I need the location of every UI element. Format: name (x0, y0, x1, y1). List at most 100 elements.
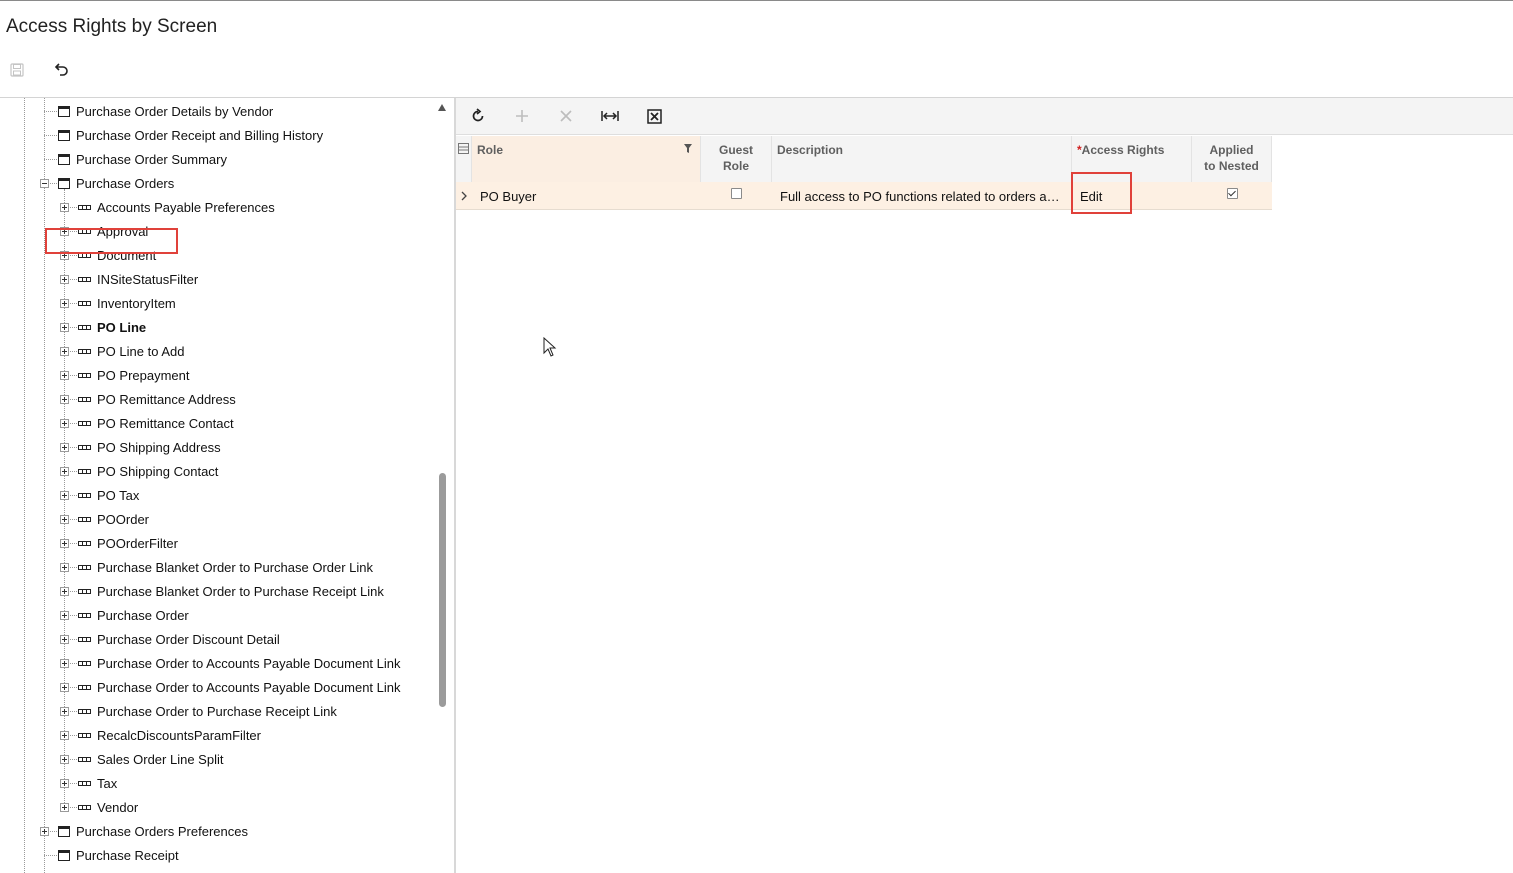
screen-icon (58, 849, 70, 861)
tree-node-view[interactable]: PO Prepayment (78, 363, 190, 387)
refresh-button[interactable] (467, 106, 489, 126)
export-excel-button[interactable] (643, 106, 665, 126)
panel-splitter[interactable] (454, 98, 456, 873)
tree-node-label: Sales Order Line Split (97, 751, 224, 767)
delete-row-button[interactable] (555, 106, 577, 126)
expand-node-icon[interactable] (60, 515, 69, 524)
expand-node-icon[interactable] (60, 683, 69, 692)
guest-role-header-line1: Guest (718, 143, 753, 157)
tree-node-label: Tax (97, 775, 118, 791)
column-header-role[interactable]: Role (472, 136, 701, 182)
expand-node-icon[interactable] (60, 707, 69, 716)
guest-role-cell[interactable] (701, 182, 772, 210)
tree-node-view[interactable]: Vendor (78, 795, 138, 819)
tree-node-label: Purchase Order to Purchase Receipt Link (97, 703, 337, 719)
column-header-description[interactable]: Description (772, 136, 1072, 182)
tree-node-selected[interactable]: PO Line (78, 315, 146, 339)
collapse-node-icon[interactable] (40, 179, 49, 188)
screen-tree[interactable]: Purchase Order Details by Inventory Item… (0, 98, 452, 873)
expand-node-icon[interactable] (60, 347, 69, 356)
expand-node-icon[interactable] (60, 731, 69, 740)
fit-columns-button[interactable] (599, 106, 621, 126)
add-icon (516, 110, 528, 122)
tree-node-view[interactable]: Purchase Order to Purchase Receipt Link (78, 699, 337, 723)
expand-node-icon[interactable] (60, 611, 69, 620)
tree-node-screen[interactable]: Purchase Receipt (58, 843, 179, 867)
tree-node-view[interactable]: InventoryItem (78, 291, 176, 315)
expand-node-icon[interactable] (60, 491, 69, 500)
expand-node-icon[interactable] (60, 467, 69, 476)
tree-node-view[interactable]: PO Remittance Contact (78, 411, 234, 435)
tree-node-view[interactable]: POOrder (78, 507, 149, 531)
column-header-applied-to-nested[interactable]: Applied to Nested (1192, 136, 1272, 182)
tree-node-label: Purchase Order Summary (76, 151, 227, 167)
expand-node-icon[interactable] (60, 203, 69, 212)
expand-node-icon[interactable] (60, 419, 69, 428)
row-expander[interactable] (456, 182, 472, 210)
tree-node-screen[interactable]: Purchase Orders (58, 171, 174, 195)
tree-node-view[interactable]: PO Shipping Contact (78, 459, 218, 483)
tree-node-label: Purchase Blanket Order to Purchase Recei… (97, 583, 384, 599)
tree-node-view[interactable]: Purchase Blanket Order to Purchase Recei… (78, 579, 384, 603)
expand-node-icon[interactable] (60, 299, 69, 308)
tree-node-screen[interactable]: Purchase Order Receipt and Billing Histo… (58, 123, 323, 147)
tree-node-view[interactable]: Purchase Order to Accounts Payable Docum… (78, 675, 401, 699)
data-view-icon (78, 420, 91, 426)
tree-node-view[interactable]: PO Shipping Address (78, 435, 221, 459)
tree-node-label: POOrderFilter (97, 535, 178, 551)
tree-node-view[interactable]: Tax (78, 771, 117, 795)
row-selector-header[interactable] (456, 136, 472, 182)
add-row-button[interactable] (511, 106, 533, 126)
expand-node-icon[interactable] (60, 371, 69, 380)
tree-node-view[interactable]: Accounts Payable Preferences (78, 195, 275, 219)
expand-node-icon[interactable] (60, 635, 69, 644)
expand-node-icon[interactable] (60, 275, 69, 284)
expand-node-icon[interactable] (60, 323, 69, 332)
tree-node-label: POOrder (97, 511, 150, 527)
expand-node-icon[interactable] (60, 779, 69, 788)
data-view-icon (78, 492, 91, 498)
tree-node-view[interactable]: Purchase Order (78, 603, 189, 627)
tree-node-view[interactable]: PO Line to Add (78, 339, 184, 363)
applied-to-nested-checkbox[interactable] (1226, 188, 1238, 199)
column-header-guest-role[interactable]: Guest Role (701, 136, 772, 182)
tree-node-screen[interactable]: Purchase Orders Preferences (58, 819, 248, 843)
expand-node-icon[interactable] (60, 803, 69, 812)
tree-node-view[interactable]: INSiteStatusFilter (78, 267, 198, 291)
tree-node-label: Vendor (97, 799, 139, 815)
tree-node-view[interactable]: Purchase Blanket Order to Purchase Order… (78, 555, 373, 579)
expand-node-icon[interactable] (60, 659, 69, 668)
tree-node-view[interactable]: PO Remittance Address (78, 387, 236, 411)
expand-node-icon[interactable] (60, 755, 69, 764)
filter-icon[interactable] (684, 144, 692, 153)
description-cell[interactable]: Full access to PO functions related to o… (780, 182, 1068, 210)
tree-node-label: Accounts Payable Preferences (97, 199, 275, 215)
tree-connector (44, 135, 57, 136)
tree-node-view[interactable]: Purchase Order Discount Detail (78, 627, 280, 651)
tree-node-view[interactable]: POOrderFilter (78, 531, 178, 555)
screen-icon (58, 153, 70, 165)
expand-node-icon[interactable] (60, 563, 69, 572)
expand-node-icon[interactable] (60, 587, 69, 596)
undo-button[interactable] (50, 60, 72, 80)
applied-to-nested-cell[interactable] (1192, 182, 1272, 210)
save-button[interactable] (6, 60, 28, 80)
tree-node-screen[interactable]: Purchase Order Details by Vendor (58, 99, 273, 123)
tree-connector (44, 855, 57, 856)
data-view-icon (78, 588, 91, 594)
role-cell[interactable]: PO Buyer (480, 182, 700, 210)
expand-node-icon[interactable] (60, 395, 69, 404)
tree-scrollbar-thumb[interactable] (439, 473, 446, 707)
expand-node-icon[interactable] (60, 539, 69, 548)
expand-node-icon[interactable] (60, 443, 69, 452)
tree-node-view[interactable]: Purchase Order to Accounts Payable Docum… (78, 651, 401, 675)
guest-role-checkbox[interactable] (731, 188, 742, 199)
tree-node-view[interactable]: Sales Order Line Split (78, 747, 223, 771)
tree-node-screen[interactable]: Purchase Order Summary (58, 147, 227, 171)
undo-icon (54, 63, 68, 76)
scroll-up-arrow-icon[interactable] (438, 104, 446, 111)
tree-node-view[interactable]: PO Tax (78, 483, 139, 507)
role-header-label: Role (477, 143, 504, 157)
expand-node-icon[interactable] (40, 827, 49, 836)
tree-node-view[interactable]: RecalcDiscountsParamFilter (78, 723, 261, 747)
